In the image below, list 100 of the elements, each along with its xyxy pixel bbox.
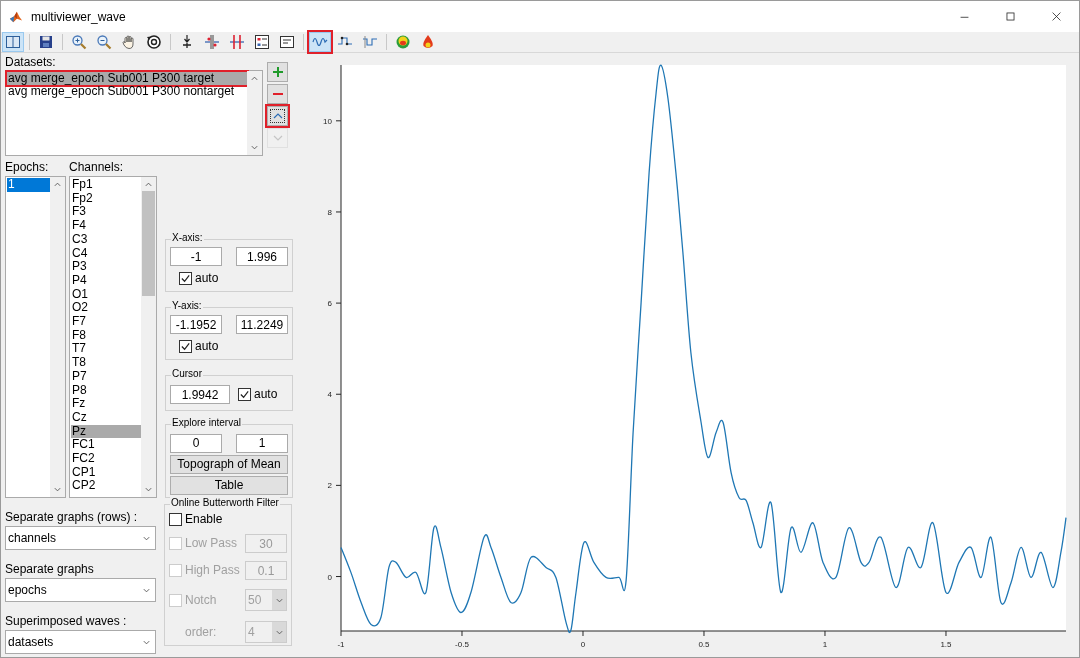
list-item[interactable]: Fp1 [71, 178, 141, 192]
scroll-up-icon[interactable] [250, 74, 259, 83]
wave-steps-icon [362, 34, 378, 50]
tick-label: 0 [580, 640, 586, 649]
list-item[interactable]: T8 [71, 356, 141, 370]
hand-icon [121, 34, 137, 50]
list-item[interactable]: Fp2 [71, 191, 141, 206]
close-icon[interactable] [1050, 11, 1062, 22]
tick-label: 0.5 [698, 640, 710, 649]
window-title: multiviewer_wave [31, 8, 126, 26]
scroll-up-icon[interactable] [53, 180, 62, 189]
list-item[interactable]: C3 [71, 232, 141, 247]
app-logo-icon [9, 9, 23, 24]
tick-label: -1 [337, 640, 345, 649]
checkbox-label: auto [254, 388, 278, 402]
datasets-label: Datasets: [5, 56, 56, 69]
input-field[interactable]: 1 [236, 433, 288, 453]
checkbox-label: High Pass [185, 564, 240, 577]
checkbox[interactable] [179, 272, 192, 285]
action-button[interactable]: Table [170, 475, 288, 495]
list-item[interactable]: C4 [71, 246, 141, 261]
head-map-icon [395, 34, 411, 50]
checkbox-label: Notch [185, 593, 217, 607]
checkbox-label: order: [185, 625, 217, 639]
input-field[interactable]: 0 [170, 433, 222, 453]
checkbox[interactable] [238, 388, 251, 402]
list-item[interactable]: Cz [71, 410, 141, 425]
list-item[interactable]: Fz [71, 397, 141, 411]
tick-label: 10 [323, 116, 332, 126]
markers-icon [204, 34, 220, 50]
input-field[interactable]: 1.996 [236, 247, 288, 266]
dropdown-label: Superimposed waves : [5, 614, 127, 628]
dataset-item[interactable]: avg merge_epoch Sub001 P300 target [7, 72, 247, 85]
list-button[interactable] [267, 106, 288, 126]
tick-label: 6 [327, 299, 332, 309]
panel-title: Explore interval [171, 416, 242, 429]
scroll-down-icon[interactable] [250, 143, 259, 152]
list-item[interactable]: FC1 [71, 438, 141, 453]
action-button[interactable]: Topograph of Mean [170, 454, 288, 474]
checkbox-label: auto [195, 340, 219, 354]
scroll-down-icon[interactable] [144, 485, 153, 494]
list-item[interactable]: O2 [71, 301, 141, 316]
legend-icon [254, 34, 270, 50]
checkbox-label: Enable [185, 513, 223, 526]
tick-label: 8 [327, 207, 332, 217]
dropdown[interactable]: epochs [5, 578, 156, 602]
tick-label: 1.5 [940, 640, 952, 649]
list-item[interactable]: FC2 [71, 452, 141, 466]
panel-title: Online Butterworth Filter [170, 497, 280, 509]
zoom-out-icon [96, 34, 112, 50]
markers-icon [229, 34, 245, 50]
add-icon [271, 66, 284, 78]
tick-label: 0 [327, 572, 332, 582]
dropdown-label: Separate graphs [5, 562, 94, 576]
list-item[interactable]: P8 [71, 383, 141, 398]
list-item[interactable]: Pz [71, 424, 141, 439]
list-item[interactable]: F4 [71, 219, 141, 233]
list-item[interactable]: P7 [71, 369, 141, 384]
list-item[interactable]: P3 [71, 260, 141, 274]
rotate-icon [146, 34, 162, 50]
checkbox[interactable] [169, 513, 182, 526]
maximize-icon[interactable] [1004, 11, 1016, 22]
checkbox-label: Low Pass [185, 537, 238, 550]
datasets-list[interactable]: avg merge_epoch Sub001 P300 target avg merge_epoch Sub001 P300 nontarget [5, 70, 263, 156]
list-item[interactable]: P4 [71, 273, 141, 288]
list-item[interactable]: 1 [7, 178, 50, 192]
list-label: Channels: [69, 161, 124, 174]
tick-label: 4 [327, 390, 332, 400]
list-item[interactable]: F7 [71, 315, 141, 329]
dropdown[interactable]: channels [5, 526, 156, 550]
tick-label: -0.5 [455, 640, 469, 649]
panel-title: X-axis: [171, 232, 204, 244]
save-icon [38, 34, 54, 50]
list-item[interactable]: T7 [71, 342, 141, 357]
panels-icon [5, 34, 21, 50]
scroll-up-icon[interactable] [144, 180, 153, 189]
text-box-icon [279, 34, 295, 50]
list-box[interactable]: 1 [5, 176, 66, 498]
list-item[interactable]: F8 [71, 328, 141, 343]
input-field[interactable]: -1.1952 [170, 315, 222, 335]
checkbox[interactable] [179, 340, 192, 354]
list-item[interactable]: F3 [71, 205, 141, 220]
input-field[interactable]: 1.9942 [170, 385, 230, 405]
dataset-item[interactable]: avg merge_epoch Sub001 P300 nontarget [7, 85, 247, 98]
tick-label: 1 [822, 640, 828, 649]
scroll-thumb[interactable] [142, 191, 155, 296]
scroll-down-icon[interactable] [53, 485, 62, 494]
zoom-in-icon [71, 34, 87, 50]
input-field[interactable]: -1 [170, 247, 222, 266]
dropdown-label: Separate graphs (rows) : [5, 510, 138, 524]
heat-drop-icon [420, 34, 436, 50]
list-box[interactable]: Fp1 Fp2 F3 F4 C3 C4 P3 P4 O1 O2 F7 F8 T7 T8 P7 P8 Fz Cz Pz FC1 FC2 CP1 CP2 [69, 176, 157, 498]
list-item[interactable]: O1 [71, 287, 141, 302]
list-item[interactable]: CP1 [71, 465, 141, 480]
checkbox-label: auto [195, 272, 219, 285]
tick-label: 2 [327, 481, 332, 491]
list-label: Epochs: [5, 161, 49, 174]
list-item[interactable]: CP2 [71, 479, 141, 494]
input-field[interactable]: 11.2249 [236, 315, 288, 335]
dropdown[interactable]: datasets [5, 630, 156, 654]
